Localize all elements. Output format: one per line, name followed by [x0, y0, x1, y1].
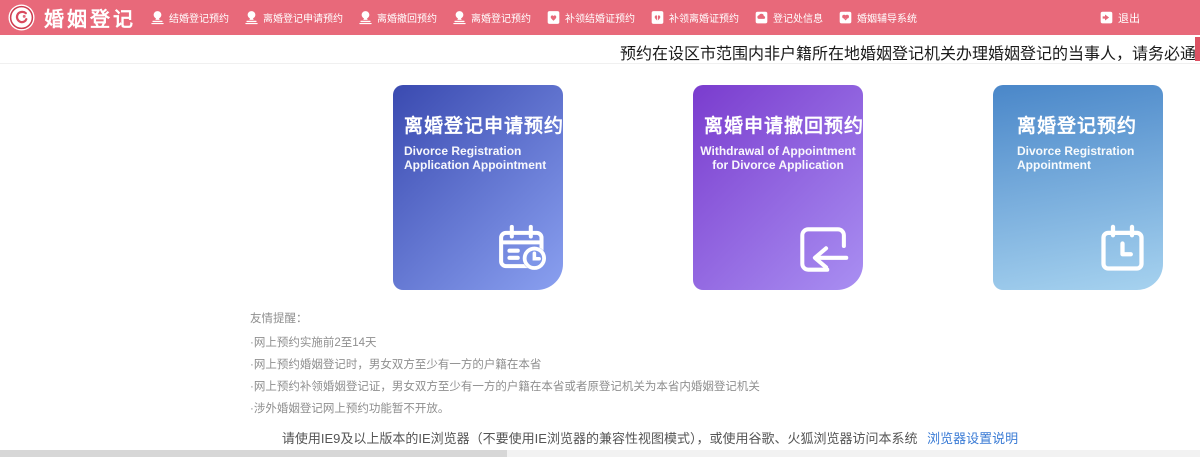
marriage-registration-logo-icon: [8, 4, 35, 31]
nav-item-marriage-registration[interactable]: 结婚登记预约: [150, 10, 229, 25]
horizontal-scrollbar[interactable]: [0, 450, 1200, 457]
reminder-item: ·网上预约实施前2至14天: [250, 332, 760, 354]
calendar-clock-icon: [494, 221, 551, 278]
card-divorce-withdrawal-appointment[interactable]: 离婚申请撤回预约 Withdrawal of Appointment for D…: [693, 85, 863, 290]
stamp-icon: [150, 10, 165, 25]
logout-icon: [1099, 10, 1114, 25]
nav-item-divorce-registration-appointment[interactable]: 离婚登记预约: [452, 10, 531, 25]
cards-row: 离婚登记申请预约 Divorce Registration Applicatio…: [393, 85, 1163, 290]
logout-button[interactable]: 退出: [1099, 10, 1140, 26]
nav-item-divorce-withdrawal-appointment[interactable]: 离婚撤回预约: [358, 10, 437, 25]
card-subtitle: Divorce Registration Application Appoint…: [393, 144, 563, 172]
notice-bar: 预约在设区市范围内非户籍所在地婚姻登记机关办理婚姻登记的当事人，请务必通过网: [0, 35, 1200, 64]
reminder-item: ·网上预约补领婚姻登记证，男女双方至少有一方的户籍在本省或者原登记机关为本省内婚…: [250, 376, 760, 398]
logout-label: 退出: [1118, 10, 1140, 26]
nav-item-label: 结婚登记预约: [169, 10, 229, 25]
card-title: 离婚登记申请预约: [393, 111, 563, 138]
nav-item-label: 离婚登记申请预约: [263, 10, 343, 25]
stamp-icon: [358, 10, 373, 25]
footer: 请使用IE9及以上版本的IE浏览器（不要使用IE浏览器的兼容性视图模式），或使用…: [0, 428, 1200, 447]
withdraw-arrow-icon: [794, 221, 851, 278]
stamp-icon: [452, 10, 467, 25]
notice-marquee: 预约在设区市范围内非户籍所在地婚姻登记机关办理婚姻登记的当事人，请务必通过网: [620, 40, 1200, 64]
counseling-icon: [838, 10, 853, 25]
notice-incoming-sliver: [1195, 37, 1200, 61]
app-header: 婚姻登记 结婚登记预约 离婚登记申请预约 离婚撤回预约: [0, 0, 1200, 35]
nav-item-divorce-application-appointment[interactable]: 离婚登记申请预约: [244, 10, 343, 25]
main-nav: 结婚登记预约 离婚登记申请预约 离婚撤回预约 离婚登: [150, 10, 1099, 25]
nav-item-reissue-divorce-certificate[interactable]: 补领离婚证预约: [650, 10, 739, 25]
app-title: 婚姻登记: [44, 3, 136, 32]
footer-browser-note: 请使用IE9及以上版本的IE浏览器（不要使用IE浏览器的兼容性视图模式），或使用…: [282, 431, 918, 446]
nav-item-marriage-counseling-system[interactable]: 婚姻辅导系统: [838, 10, 917, 25]
reminder-item: ·涉外婚姻登记网上预约功能暂不开放。: [250, 398, 760, 420]
card-subtitle: Divorce Registration Appointment: [993, 144, 1163, 172]
nav-item-label: 离婚登记预约: [471, 10, 531, 25]
card-title: 离婚申请撤回预约: [693, 111, 863, 138]
reminder-item: ·网上预约婚姻登记时，男女双方至少有一方的户籍在本省: [250, 354, 760, 376]
card-divorce-registration-application-appointment[interactable]: 离婚登记申请预约 Divorce Registration Applicatio…: [393, 85, 563, 290]
certificate-heart-icon: [546, 10, 561, 25]
calendar-time-icon: [1094, 221, 1151, 278]
card-subtitle: Withdrawal of Appointment for Divorce Ap…: [693, 144, 863, 172]
nav-item-label: 补领离婚证预约: [669, 10, 739, 25]
nav-item-label: 离婚撤回预约: [377, 10, 437, 25]
nav-item-label: 登记处信息: [773, 10, 823, 25]
card-divorce-registration-appointment[interactable]: 离婚登记预约 Divorce Registration Appointment: [993, 85, 1163, 290]
scrollbar-thumb[interactable]: [0, 450, 507, 457]
card-title: 离婚登记预约: [993, 111, 1163, 138]
nav-item-reissue-marriage-certificate[interactable]: 补领结婚证预约: [546, 10, 635, 25]
stamp-icon: [244, 10, 259, 25]
reminder-heading: 友情提醒：: [250, 308, 760, 330]
registry-info-icon: [754, 10, 769, 25]
reminder-section: 友情提醒： ·网上预约实施前2至14天 ·网上预约婚姻登记时，男女双方至少有一方…: [250, 308, 760, 420]
certificate-heart-icon: [650, 10, 665, 25]
nav-item-label: 补领结婚证预约: [565, 10, 635, 25]
nav-item-label: 婚姻辅导系统: [857, 10, 917, 25]
browser-settings-link[interactable]: 浏览器设置说明: [927, 431, 1018, 446]
nav-item-registry-info[interactable]: 登记处信息: [754, 10, 823, 25]
